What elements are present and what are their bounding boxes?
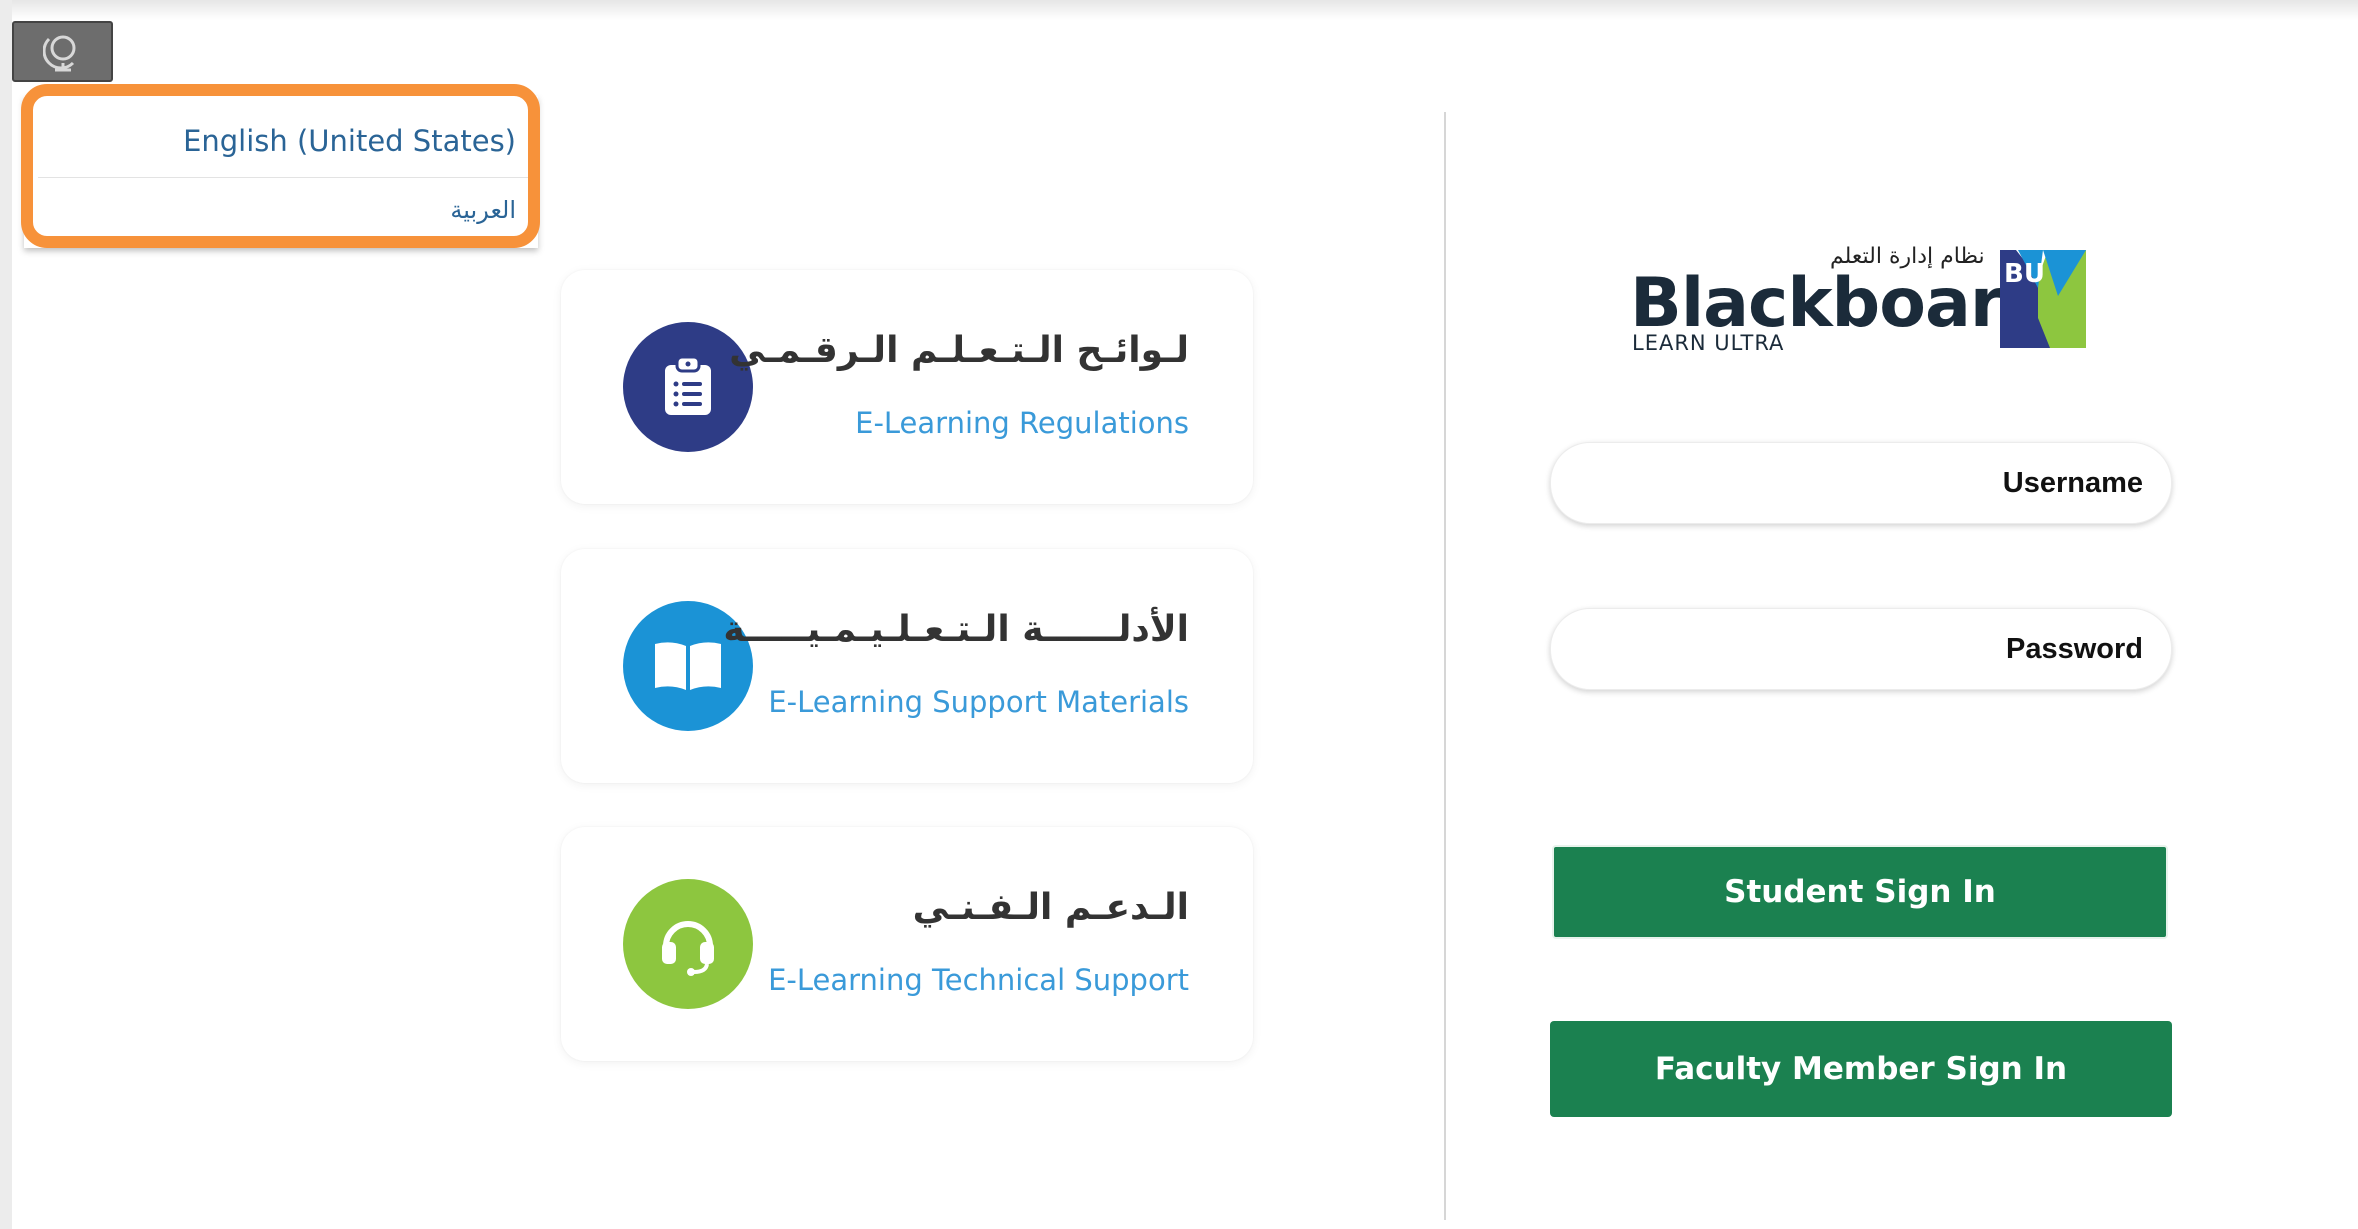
- language-selector-button[interactable]: [12, 21, 113, 82]
- top-bar-shadow: [0, 0, 2358, 20]
- password-input[interactable]: [1551, 609, 2171, 689]
- card-elearning-regulations[interactable]: لـوائـح الـتـعـلـم الـرقـمـي E-Learning …: [561, 270, 1253, 504]
- username-input[interactable]: [1551, 443, 2171, 523]
- badge-text: BU: [2004, 259, 2045, 289]
- student-sign-in-button[interactable]: Student Sign In: [1552, 845, 2168, 939]
- clipboard-list-icon: [665, 357, 711, 415]
- open-book-icon: [655, 642, 721, 690]
- card-arabic-title: الأدلــــــة الـتـعـلـيـمـيـــــة: [723, 609, 1189, 650]
- blackboard-logo: نظام إدارة التعلم Blackboard LEARN ULTRA…: [1630, 240, 2090, 360]
- card-english-link[interactable]: E-Learning Technical Support: [768, 963, 1189, 997]
- password-field[interactable]: [1550, 608, 2172, 690]
- login-page: English (United States) العربية لـوائـح …: [0, 0, 2358, 1229]
- headset-icon: [662, 921, 714, 976]
- card-english-link[interactable]: E-Learning Regulations: [855, 406, 1189, 440]
- username-field[interactable]: [1550, 442, 2172, 524]
- card-elearning-support-materials[interactable]: الأدلــــــة الـتـعـلـيـمـيـــــة E-Lear…: [561, 549, 1253, 783]
- vertical-divider: [1444, 112, 1446, 1220]
- faculty-sign-in-button[interactable]: Faculty Member Sign In: [1550, 1021, 2172, 1117]
- card-english-link[interactable]: E-Learning Support Materials: [768, 685, 1189, 719]
- card-arabic-title: الـدعـم الـفـنـي: [912, 887, 1189, 928]
- highlight-box: [21, 84, 540, 248]
- card-arabic-title: لـوائـح الـتـعـلـم الـرقـمـي: [729, 330, 1189, 371]
- globe-icon: [42, 35, 75, 71]
- logo-tagline: LEARN ULTRA: [1632, 331, 1785, 355]
- bu-badge-icon: BU: [2000, 250, 2086, 348]
- card-elearning-technical-support[interactable]: الـدعـم الـفـنـي E-Learning Technical Su…: [561, 827, 1253, 1061]
- card-icon-circle: [623, 879, 753, 1009]
- left-edge: [0, 0, 12, 1229]
